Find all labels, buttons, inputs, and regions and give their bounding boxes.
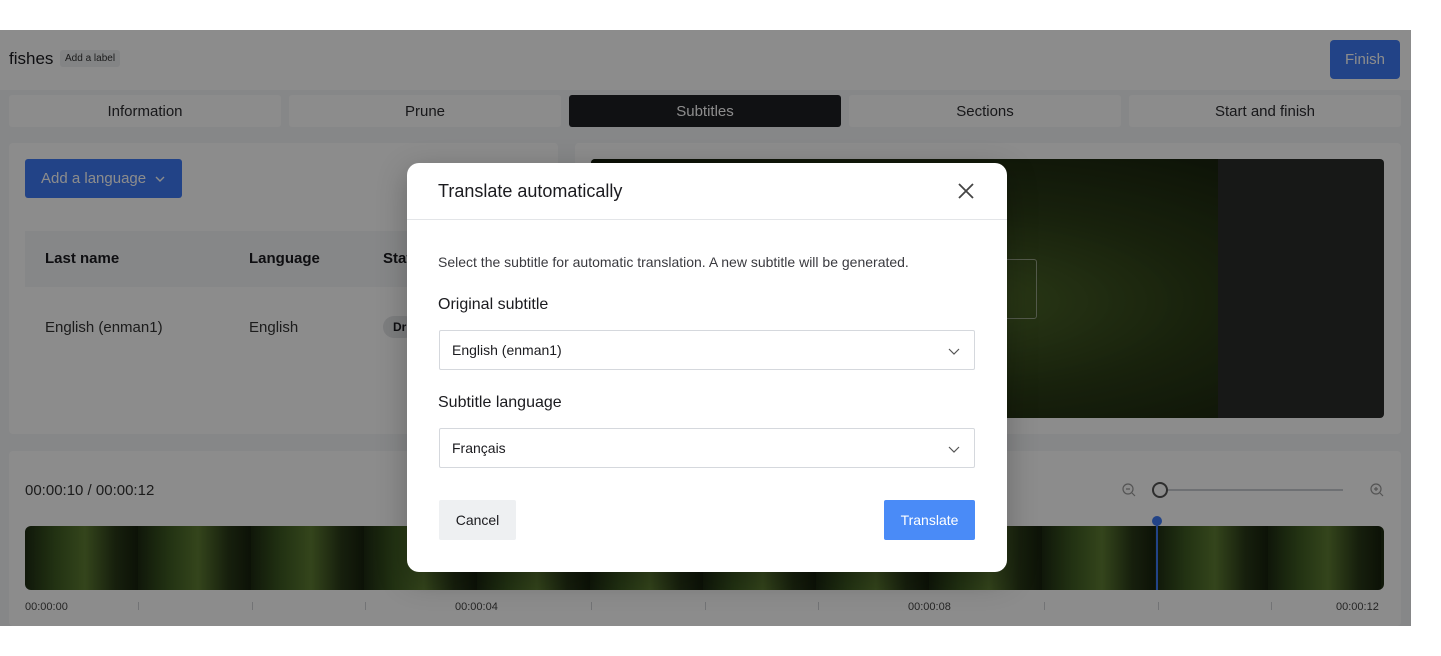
translate-dialog: Translate automatically Select the subti… xyxy=(407,163,1007,572)
dialog-header: Translate automatically xyxy=(407,163,1007,220)
close-icon[interactable] xyxy=(956,181,976,201)
subtitle-language-label: Subtitle language xyxy=(438,394,562,411)
translate-button[interactable]: Translate xyxy=(884,500,975,540)
dialog-title: Translate automatically xyxy=(438,181,623,201)
chevron-down-icon xyxy=(948,348,960,355)
original-subtitle-select[interactable]: English (enman1) xyxy=(439,330,975,370)
dialog-description: Select the subtitle for automatic transl… xyxy=(438,254,909,270)
chevron-down-icon xyxy=(948,446,960,453)
subtitle-language-select[interactable]: Français xyxy=(439,428,975,468)
app-frame: fishes Add a label Finish Information Pr… xyxy=(0,30,1411,626)
cancel-button[interactable]: Cancel xyxy=(439,500,516,540)
original-subtitle-label: Original subtitle xyxy=(438,296,549,313)
original-subtitle-value: English (enman1) xyxy=(452,342,562,358)
subtitle-language-value: Français xyxy=(452,440,506,456)
